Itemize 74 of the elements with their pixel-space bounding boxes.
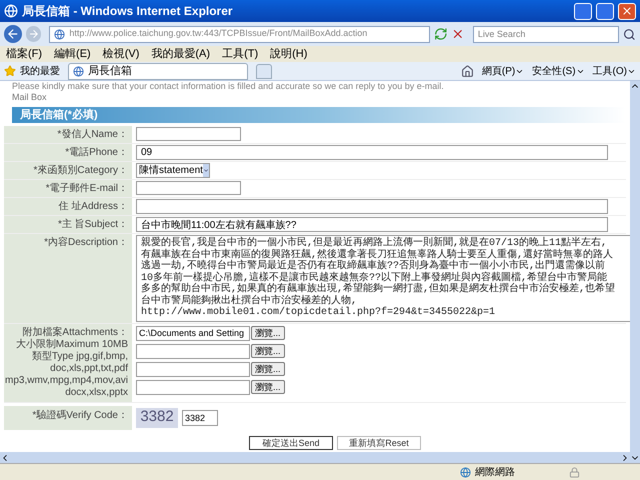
description-line: 多多的幫助台中市民,如果真的有飆車族出現,希望能夠一網打盡,但如果是網友杜撰台中市治安極差,也希望	[141, 284, 630, 296]
description-line: 有飆車族在台中市東南區的復興路狂飆,然後還拿著長刀狂追無辜路人騎士要至人重傷,還好當時無辜的路人	[141, 250, 614, 260]
home-icon[interactable]	[460, 64, 474, 78]
category-dropdown[interactable]: 陳情statement	[136, 163, 210, 178]
notice-text: Please kindly make sure that your contact information is filled and accurate so we can reply to you by e-mail.	[11, 81, 445, 91]
description-line: 台中市警局能夠揪出杜撰台中市治安極差的人物,	[141, 296, 358, 306]
search-field[interactable]: Live Search	[472, 26, 620, 42]
file-path-field[interactable]	[136, 380, 250, 394]
text-field[interactable]	[136, 127, 241, 141]
favorites-button[interactable]: 我的最愛	[20, 64, 60, 78]
menu-item[interactable]: 工具(T)	[222, 46, 258, 62]
globe-icon	[54, 28, 66, 40]
browser-tab[interactable]: 局長信箱	[68, 62, 248, 80]
lock-icon	[569, 466, 580, 478]
attachment-note: docx,xlsx,pptx	[64, 386, 128, 398]
captcha-image: 3382	[136, 408, 178, 428]
section-title: Mail Box	[11, 91, 48, 104]
field-label: 住 址Address：	[58, 201, 128, 212]
description-line: http://www.mobile01.com/topicdetail.php?f=294&t=3455022&p=1	[141, 307, 496, 318]
command-menu[interactable]: 安全性(S)	[532, 64, 585, 78]
horizontal-scrollbar[interactable]	[0, 452, 630, 463]
file-path-field[interactable]	[136, 344, 250, 358]
menu-item[interactable]: 我的最愛(A)	[151, 46, 210, 62]
close-icon	[621, 5, 633, 17]
vertical-scrollbar[interactable]	[630, 81, 640, 463]
maximize-button[interactable]	[596, 2, 614, 20]
form-button[interactable]: 確定送出Send	[249, 436, 333, 450]
browse-button[interactable]: 瀏覽...	[251, 326, 285, 340]
attachment-note: 附加檔案Attachments：	[21, 326, 128, 338]
menu-item[interactable]: 檢視(V)	[102, 46, 140, 62]
command-menu[interactable]: 網頁(P)	[482, 64, 524, 78]
text-field[interactable]: 台中市晚間11:00左右就有飆車族??	[136, 217, 608, 232]
attachment-note: 類型Type jpg,gif,bmp,	[30, 350, 128, 362]
field-label: *發信人Name：	[57, 129, 128, 140]
file-path-field[interactable]	[136, 362, 250, 376]
field-label: *來函類別Category：	[34, 165, 128, 176]
back-icon[interactable]	[4, 25, 22, 43]
internet-zone-icon	[460, 466, 471, 478]
field-label: *電子郵件E-mail：	[46, 183, 128, 194]
verify-code-field[interactable]: 3382	[182, 410, 218, 426]
description-textarea[interactable]	[136, 235, 630, 322]
menu-item[interactable]: 編輯(E)	[54, 46, 91, 62]
menu-item[interactable]: 說明(H)	[270, 46, 308, 62]
menu-item[interactable]: 檔案(F)	[6, 46, 42, 62]
field-label: *內容Description：	[44, 237, 128, 248]
dropdown-caret-icon	[202, 164, 209, 177]
attachment-note: doc,xls,ppt,txt,pdf	[49, 362, 128, 374]
field-label: *驗證碼Verify Code：	[32, 410, 128, 420]
attachment-note: mp3,wmv,mpg,mp4,mov,avi	[4, 374, 128, 386]
description-line: 逃過一劫,不曉得台中市警局最近是否仍有在取締飆車族??否則身為臺中市一個小小市民,出門還需像以前	[141, 261, 606, 272]
minimize-button[interactable]	[574, 2, 592, 20]
text-field[interactable]	[136, 181, 241, 195]
address-field[interactable]: http://www.police.taichung.gov.tw:443/TCPBIssue/Front/MailBoxAdd.action	[49, 26, 430, 42]
window-title: 局長信箱 - Windows Internet Explorer	[22, 3, 234, 20]
browse-button[interactable]: 瀏覽...	[251, 380, 285, 394]
search-icon[interactable]	[623, 28, 636, 40]
browser-icon	[4, 4, 18, 18]
file-path-field[interactable]: C:\Documents and Setting	[136, 326, 250, 340]
zone-label: 網際網路	[475, 466, 516, 480]
browse-button[interactable]: 瀏覽...	[251, 362, 285, 376]
form-button[interactable]: 重新填寫Reset	[337, 436, 421, 450]
field-label: *電話Phone：	[65, 147, 128, 158]
description-line: 10多年前一樣提心吊膽,這樣不是讓市民越來越無奈??以下附上事發網址與內容截圖檔,希望台中市警局能	[141, 272, 608, 284]
attachment-note: 大小限制Maximum 10MB	[14, 338, 128, 350]
text-field[interactable]: 09	[136, 145, 608, 160]
command-menu[interactable]: 工具(O)	[592, 64, 636, 78]
close-button[interactable]	[618, 2, 636, 20]
globe-icon	[73, 66, 84, 76]
field-label: *主 旨Subject：	[58, 219, 128, 230]
refresh-icon[interactable]	[434, 27, 448, 41]
favorites-star-icon[interactable]	[4, 65, 16, 77]
browse-button[interactable]: 瀏覽...	[251, 344, 285, 358]
description-line: 親愛的長官,我是台中市的一個小市民,但是最近再網路上流傳一則新聞,就是在07/13的晚上11點半左右,	[141, 238, 608, 249]
text-field[interactable]	[136, 199, 608, 214]
